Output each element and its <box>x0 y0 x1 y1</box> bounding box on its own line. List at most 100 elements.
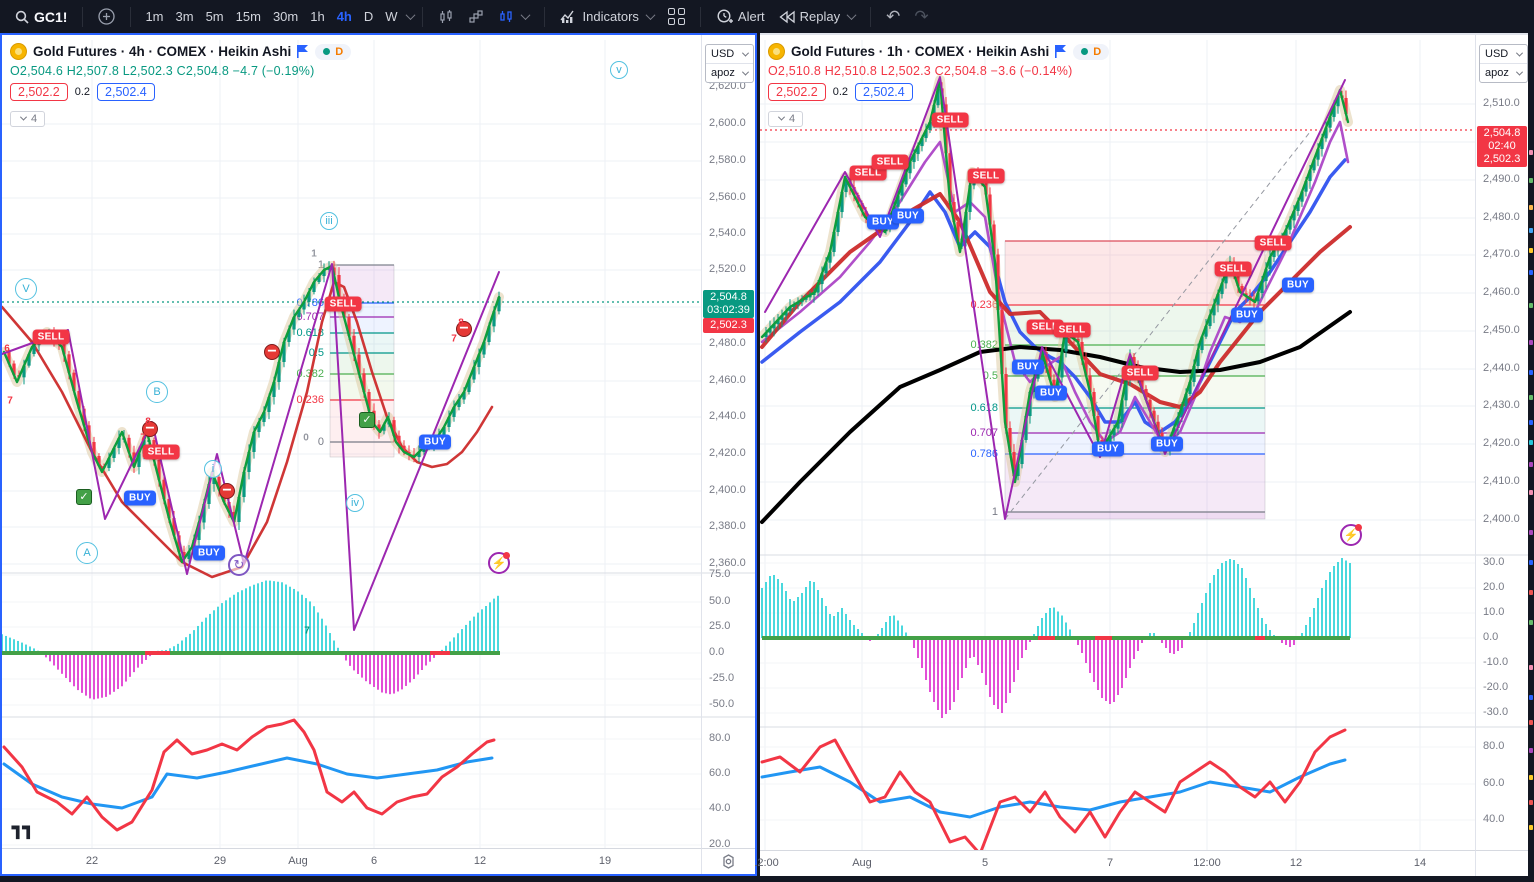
timeframe-15m[interactable]: 15m <box>230 5 267 29</box>
macd-axis-label: 0.0 <box>1483 631 1499 643</box>
wave-count-label: 1 <box>311 248 317 260</box>
ask-price-box[interactable]: 2,502.4 <box>97 83 155 101</box>
chart-style-candles-button[interactable] <box>431 4 461 30</box>
indicators-icon <box>560 10 574 23</box>
chart-style-renko-button[interactable] <box>461 4 491 30</box>
rsi-axis-label: 80.0 <box>1483 740 1505 752</box>
wave-count-label: 0 <box>303 432 309 444</box>
symbol-search[interactable]: GC1! <box>8 4 74 30</box>
price-axis-label: 2,560.0 <box>709 191 746 203</box>
buy-tag: BUY <box>1230 307 1264 323</box>
time-axis-label: Aug <box>288 855 308 867</box>
price-axis-label: 2,580.0 <box>709 154 746 166</box>
add-symbol-button[interactable] <box>91 4 122 30</box>
timeframe-1m[interactable]: 1m <box>139 5 169 29</box>
watchlist-color-mark <box>1529 303 1533 308</box>
sell-tag: SELL <box>324 296 362 312</box>
watchlist-color-mark <box>1529 665 1533 670</box>
price-axis-label: 2,540.0 <box>709 227 746 239</box>
wave-count-label: 7 <box>451 333 457 345</box>
time-axis-label: 12 <box>1289 857 1303 869</box>
lightning-icon[interactable]: ⚡ <box>488 552 510 574</box>
axis-settings-corner[interactable] <box>701 848 755 874</box>
bid-price-box[interactable]: 2,502.2 <box>768 83 826 101</box>
gold-coin-icon <box>10 43 27 60</box>
macd-axis-label: 30.0 <box>1483 556 1505 568</box>
timeframe-4h[interactable]: 4h <box>331 5 358 29</box>
wave-label: A <box>76 542 98 564</box>
timeframe-W[interactable]: W <box>379 5 403 29</box>
legend-collapse-button[interactable]: 4 <box>10 110 46 127</box>
watchlist-color-mark <box>1529 530 1533 535</box>
price-axis-4h[interactable]: USD apoz 2,620.0 2,600.0 2,580.0 2,560.0 2,5… <box>701 35 755 850</box>
chevron-down-icon[interactable] <box>405 10 415 21</box>
time-axis-4h[interactable]: 22 29 Aug 6 12 19 <box>2 848 755 874</box>
timeframe-1h[interactable]: 1h <box>304 5 330 29</box>
time-axis-label: 22 <box>85 855 99 867</box>
replay-button[interactable]: Replay <box>772 4 862 30</box>
watchlist-color-mark <box>1529 462 1533 467</box>
wave-count-label: 7 <box>304 625 310 637</box>
time-axis-label: 12:00 <box>1193 857 1221 869</box>
circular-arrow-icon[interactable]: ↻ <box>228 554 250 576</box>
top-toolbar: GC1! 1m 3m 5m 15m 30m 1h 4h D W Indicators Alert… <box>0 0 1534 33</box>
time-axis-label: Aug <box>852 857 872 869</box>
price-chart-canvas-4h[interactable]: 10.7860.7070.6180.50.3820.2360 <box>2 35 755 874</box>
price-axis-label: 2,480.0 <box>1483 211 1520 223</box>
watchlist-color-mark <box>1529 620 1533 625</box>
watchlist-color-mark <box>1529 420 1533 425</box>
flag-icon[interactable] <box>1055 45 1067 58</box>
wave-label: iii <box>320 212 338 230</box>
price-axis-label: 2,480.0 <box>709 337 746 349</box>
time-axis-1h[interactable]: 12:00 Aug 5 7 12:00 12 14 <box>751 850 1528 876</box>
gear-icon <box>723 854 734 869</box>
wave-label: V <box>15 278 37 300</box>
wave-count-label: 8 <box>145 416 151 428</box>
chart-panel-1h[interactable]: 0.236 0.382 0.5 0.618 0.707 0.786 1 Gold Futur… <box>751 33 1528 876</box>
alert-label: Alert <box>737 9 765 24</box>
layout-templates-button[interactable] <box>661 4 692 30</box>
price-axis-label: 2,440.0 <box>709 410 746 422</box>
time-axis-label: 29 <box>213 855 227 867</box>
axis-corner[interactable] <box>1475 850 1528 876</box>
indicators-button[interactable]: Indicators <box>553 4 661 30</box>
legend-collapse-button[interactable]: 4 <box>768 110 804 127</box>
chart-title: Gold Futures · 1h · COMEX · Heikin Ashi <box>791 44 1050 59</box>
unit-dropdown[interactable]: apoz <box>1480 63 1527 82</box>
svg-text:0: 0 <box>318 436 324 448</box>
price-axis-1h[interactable]: USD apoz 2,510.0 2,490.0 2,480.0 2,470.0 2,4… <box>1475 35 1528 862</box>
redo-button[interactable]: ↷ <box>907 4 935 30</box>
alert-button[interactable]: Alert <box>709 4 772 30</box>
price-axis-label: 2,470.0 <box>1483 248 1520 260</box>
chart-style-heikin-ashi-button[interactable] <box>491 4 536 30</box>
checkmark-icon: ✓ <box>76 489 92 505</box>
macd-axis-label: -30.0 <box>1483 706 1509 718</box>
watchlist-color-mark <box>1529 775 1533 780</box>
right-edge-strip <box>1528 33 1534 876</box>
macd-axis-label: 50.0 <box>709 595 731 607</box>
flag-icon[interactable] <box>297 45 309 58</box>
wave-count-label: 6 <box>4 343 10 355</box>
time-axis-label: 14 <box>1413 857 1427 869</box>
chevron-down-icon <box>846 10 857 21</box>
unit-dropdown[interactable]: apoz <box>706 63 753 82</box>
grid-layout-icon <box>667 8 685 25</box>
currency-dropdown[interactable]: USD <box>1480 45 1527 63</box>
price-axis-label: 2,460.0 <box>709 374 746 386</box>
macd-axis-label: 25.0 <box>709 620 731 632</box>
no-entry-icon: − <box>219 483 235 499</box>
sell-tag: SELL <box>1214 261 1252 277</box>
lightning-icon[interactable]: ⚡ <box>1340 524 1362 546</box>
ask-price-box[interactable]: 2,502.4 <box>855 83 913 101</box>
currency-dropdown[interactable]: USD <box>706 45 753 63</box>
chart-panel-4h[interactable]: 1 0.786 0.707 0.618 0.5 0.382 0.236 0 Gold Futu… <box>0 33 757 876</box>
timeframe-3m[interactable]: 3m <box>170 5 200 29</box>
bid-price-box[interactable]: 2,502.2 <box>10 83 68 101</box>
timeframe-30m[interactable]: 30m <box>267 5 304 29</box>
svg-text:0.236: 0.236 <box>296 394 324 406</box>
undo-button[interactable]: ↶ <box>879 4 907 30</box>
timeframe-5m[interactable]: 5m <box>200 5 230 29</box>
macd-axis-label: -50.0 <box>709 698 735 710</box>
timeframe-D[interactable]: D <box>358 5 379 29</box>
wave-label: iv <box>346 494 364 512</box>
